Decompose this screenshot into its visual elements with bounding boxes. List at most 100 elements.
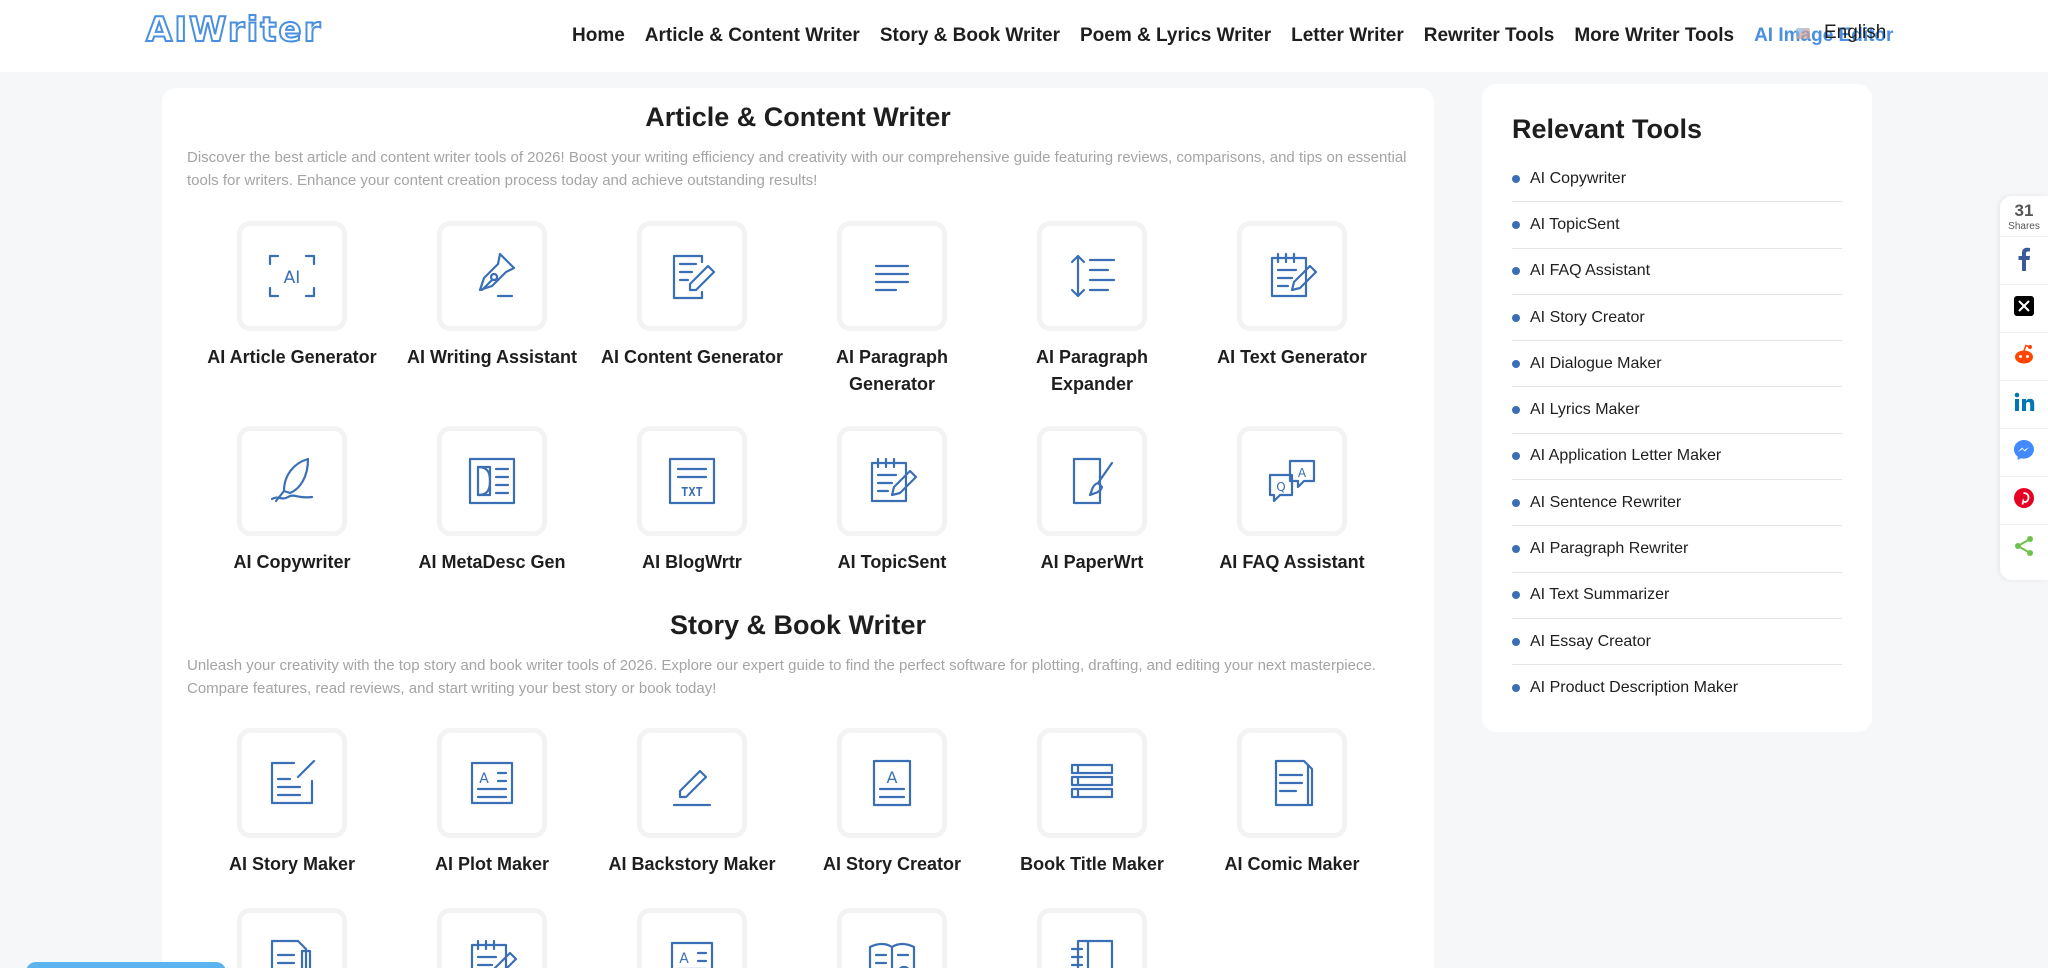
- txt-file-icon: TXT: [642, 431, 742, 531]
- tool-card[interactable]: AI MetaDesc Gen: [397, 431, 587, 576]
- section-title-story: Story & Book Writer: [669, 610, 927, 640]
- relevant-tool-label: AI Lyrics Maker: [1530, 401, 1640, 419]
- relevant-tool-item[interactable]: AI Essay Creator: [1512, 619, 1842, 666]
- notepad-pen-icon: [842, 431, 942, 531]
- notepad-pen-icon: [442, 913, 542, 968]
- fountain-pen-icon: [442, 226, 542, 326]
- tool-card[interactable]: AI TopicSent: [797, 431, 987, 576]
- tool-card[interactable]: AI Paragraph Generator: [797, 226, 987, 398]
- compose-icon: [242, 733, 342, 833]
- bullet-icon: [1512, 220, 1520, 229]
- language-selector[interactable]: English: [1796, 22, 1886, 44]
- relevant-tools-title: Relevant Tools: [1512, 114, 1703, 144]
- relevant-tool-item[interactable]: AI Application Letter Maker: [1512, 434, 1842, 481]
- bullet-icon: [1512, 684, 1520, 693]
- doc-pen-icon: [242, 913, 342, 968]
- tool-card[interactable]: AI Comic Maker: [1197, 733, 1387, 878]
- nav-item-more-writer-tools[interactable]: More Writer Tools: [1574, 25, 1734, 47]
- share-icon: [2011, 533, 2037, 564]
- section-title-article: Article & Content Writer: [645, 102, 951, 132]
- paragraph-lines-icon: [842, 226, 942, 326]
- tool-card[interactable]: AI PaperWrt: [997, 431, 1187, 576]
- relevant-tool-item[interactable]: AI Story Creator: [1512, 295, 1842, 342]
- tool-name: AI Article Generator: [207, 347, 377, 367]
- tool-card[interactable]: [397, 913, 587, 968]
- meta-description-icon: [442, 431, 542, 531]
- tool-card[interactable]: [197, 913, 387, 968]
- bullet-icon: [1512, 498, 1520, 507]
- nav-item-rewriter-tools[interactable]: Rewriter Tools: [1424, 25, 1555, 47]
- relevant-tool-label: AI Story Creator: [1530, 308, 1645, 326]
- tool-name: AI MetaDesc Gen: [418, 552, 566, 572]
- relevant-tool-item[interactable]: AI Lyrics Maker: [1512, 387, 1842, 434]
- tool-card[interactable]: AI AI Article Generator: [197, 226, 387, 371]
- relevant-tools-list: AI Copywriter AI TopicSent AI FAQ Assistan…: [1512, 156, 1842, 712]
- tool-name: AI Writing Assistant: [406, 347, 577, 367]
- floating-action-pill[interactable]: [26, 962, 226, 968]
- tool-card[interactable]: Book Title Maker: [997, 733, 1187, 878]
- share-bar: 31 Shares: [2000, 196, 2048, 580]
- svg-text:A: A: [679, 951, 689, 967]
- tool-card[interactable]: A: [597, 913, 787, 968]
- svg-text:A: A: [887, 768, 898, 787]
- pen-underline-icon: [642, 733, 742, 833]
- tool-card[interactable]: A AI Plot Maker: [397, 733, 587, 878]
- relevant-tools-panel: Relevant Tools AI Copywriter AI TopicSent…: [1482, 84, 1872, 732]
- nav-item-article-content-writer[interactable]: Article & Content Writer: [645, 25, 860, 47]
- share-pinterest-button[interactable]: [2000, 476, 2048, 524]
- share-linkedin-button[interactable]: [2000, 380, 2048, 428]
- tool-card[interactable]: AI Backstory Maker: [597, 733, 787, 878]
- tool-card[interactable]: AI Story Maker: [197, 733, 387, 878]
- relevant-tool-item[interactable]: AI Sentence Rewriter: [1512, 480, 1842, 527]
- relevant-tool-item[interactable]: AI Product Description Maker: [1512, 665, 1842, 711]
- site-logo[interactable]: AIWriter: [145, 9, 322, 51]
- share-share-button[interactable]: [2000, 524, 2048, 572]
- notepad-pen-icon: [1242, 226, 1342, 326]
- nav-item-story-book-writer[interactable]: Story & Book Writer: [880, 25, 1060, 47]
- flag-icon: [1796, 27, 1810, 39]
- tool-card[interactable]: A AI Story Creator: [797, 733, 987, 878]
- relevant-tool-label: AI Application Letter Maker: [1530, 447, 1722, 465]
- tool-card[interactable]: AI Copywriter: [197, 431, 387, 576]
- text-block-icon: A: [442, 733, 542, 833]
- share-x-button[interactable]: [2000, 284, 2048, 332]
- tool-card[interactable]: A Q AI FAQ Assistant: [1197, 431, 1387, 576]
- tool-name: Book Title Maker: [1020, 854, 1164, 874]
- tool-card[interactable]: TXT AI BlogWrtr: [597, 431, 787, 576]
- nav-item-poem-lyrics-writer[interactable]: Poem & Lyrics Writer: [1080, 25, 1271, 47]
- tool-card[interactable]: AI Paragraph Expander: [997, 226, 1187, 398]
- tool-card[interactable]: AI Writing Assistant: [397, 226, 587, 371]
- main-nav: Home Article & Content Writer Story & Book…: [562, 0, 1903, 72]
- main-content: Article & Content Writer Discover the be…: [162, 88, 1434, 968]
- nav-item-letter-writer[interactable]: Letter Writer: [1291, 25, 1404, 47]
- relevant-tool-item[interactable]: AI Paragraph Rewriter: [1512, 526, 1842, 573]
- relevant-tool-item[interactable]: AI Copywriter: [1512, 156, 1842, 203]
- tool-name: AI Text Generator: [1217, 347, 1367, 367]
- nav-item-home[interactable]: Home: [572, 25, 625, 47]
- relevant-tool-label: AI Sentence Rewriter: [1530, 493, 1682, 511]
- section-description-story: Unleash your creativity with the top sto…: [187, 657, 1376, 697]
- tool-card[interactable]: [997, 913, 1187, 968]
- share-reddit-button[interactable]: [2000, 332, 2048, 380]
- relevant-tool-label: AI FAQ Assistant: [1530, 262, 1651, 280]
- svg-text:A: A: [479, 771, 489, 787]
- tool-card[interactable]: AI Text Generator: [1197, 226, 1387, 371]
- relevant-tool-label: AI Dialogue Maker: [1530, 354, 1662, 372]
- relevant-tool-item[interactable]: AI Dialogue Maker: [1512, 341, 1842, 388]
- share-messenger-button[interactable]: [2000, 428, 2048, 476]
- facebook-icon: [2011, 245, 2037, 276]
- relevant-tool-label: AI Product Description Maker: [1530, 679, 1739, 697]
- relevant-tool-label: AI TopicSent: [1530, 215, 1620, 233]
- x-icon: [2011, 293, 2037, 324]
- document-edit-icon: [642, 226, 742, 326]
- tool-name: AI Comic Maker: [1224, 854, 1360, 874]
- share-count-number: 31: [2014, 201, 2034, 220]
- tool-card[interactable]: AI Content Generator: [597, 226, 787, 371]
- tool-name: AI Paragraph Expander: [1035, 347, 1149, 394]
- relevant-tool-item[interactable]: AI TopicSent: [1512, 202, 1842, 249]
- relevant-tool-item[interactable]: AI Text Summarizer: [1512, 573, 1842, 619]
- tool-card[interactable]: [797, 913, 987, 968]
- share-facebook-button[interactable]: [2000, 236, 2048, 284]
- relevant-tool-item[interactable]: AI FAQ Assistant: [1512, 249, 1842, 295]
- share-count-label: Shares: [2008, 221, 2040, 232]
